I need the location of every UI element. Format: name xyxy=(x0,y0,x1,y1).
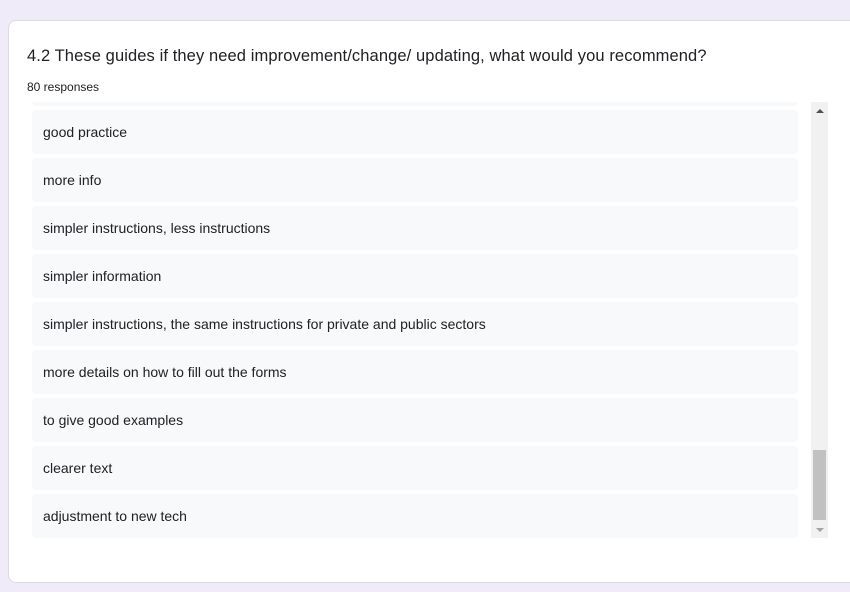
response-item: good practice xyxy=(32,110,798,154)
responses-list-viewport: good practice more info simpler instruct… xyxy=(32,102,798,538)
response-item: simpler instructions, the same instructi… xyxy=(32,302,798,346)
response-item: adjustment to new tech xyxy=(32,494,798,538)
response-item: simpler information xyxy=(32,254,798,298)
response-item: simpler instructions, less instructions xyxy=(32,206,798,250)
list-item-partial xyxy=(32,102,798,106)
response-item: more info xyxy=(32,158,798,202)
response-item: to give good examples xyxy=(32,398,798,442)
scrollbar-thumb[interactable] xyxy=(813,450,826,520)
responses-scrollbar[interactable] xyxy=(811,102,828,538)
scroll-up-button[interactable] xyxy=(811,102,828,119)
response-item: more details on how to fill out the form… xyxy=(32,350,798,394)
question-title: 4.2 These guides if they need improvemen… xyxy=(27,47,707,65)
response-item: clearer text xyxy=(32,446,798,490)
triangle-down-icon xyxy=(815,527,824,532)
response-count: 80 responses xyxy=(27,80,100,94)
scroll-down-button[interactable] xyxy=(811,521,828,538)
responses-list: good practice more info simpler instruct… xyxy=(32,110,798,538)
triangle-up-icon xyxy=(815,108,824,113)
